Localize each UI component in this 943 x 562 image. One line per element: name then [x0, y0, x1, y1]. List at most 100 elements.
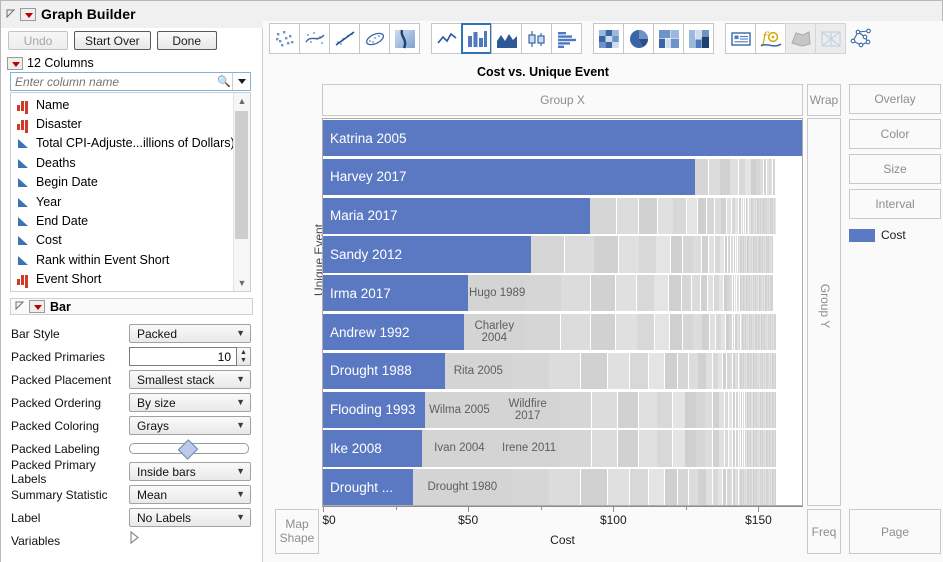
line-of-fit-icon[interactable] [329, 23, 360, 54]
mosaic-icon[interactable] [683, 23, 714, 54]
column-list-item[interactable]: Disaster [11, 114, 233, 133]
packed-remainder-strip[interactable] [561, 430, 776, 466]
column-list-item[interactable]: Total CPI-Adjuste...illions of Dollars) [11, 134, 233, 153]
contour-icon[interactable] [389, 23, 420, 54]
property-slider[interactable] [129, 439, 251, 458]
columns-red-triangle-icon[interactable] [7, 57, 23, 70]
packed-bar-row[interactable]: Irma 2017Hugo 1989 [323, 274, 802, 313]
scrollbar-thumb[interactable] [235, 111, 248, 239]
formula-icon[interactable]: f [755, 23, 786, 54]
column-list-item[interactable]: Rank within Event Short [11, 250, 233, 269]
packed-bar-row[interactable]: Flooding 1993Wilma 2005Wildfire 2017 [323, 391, 802, 430]
wrap-dropzone[interactable]: Wrap [807, 84, 841, 116]
search-dropdown-button[interactable] [232, 73, 250, 90]
column-list-item[interactable]: Year [11, 192, 233, 211]
smoother-icon[interactable] [299, 23, 330, 54]
packed-remainder-strip[interactable] [525, 314, 776, 350]
page-dropzone[interactable]: Page [849, 509, 941, 554]
secondary-bar[interactable]: Hugo 1989 [468, 275, 526, 311]
property-combobox[interactable]: Packed▼ [129, 324, 251, 343]
primary-bar[interactable]: Flooding 1993 [323, 392, 425, 428]
packed-bar-row[interactable]: Harvey 2017 [323, 158, 802, 197]
scroll-down-arrow-icon[interactable]: ▼ [234, 275, 250, 291]
column-list-item[interactable]: End Date [11, 211, 233, 230]
primary-bar[interactable]: Irma 2017 [323, 275, 468, 311]
bar-panel-header[interactable]: Bar [10, 298, 253, 315]
primary-bar[interactable]: Drought 1988 [323, 353, 445, 389]
points-icon[interactable] [269, 23, 300, 54]
packed-bar-row[interactable]: Drought ...Drought 1980 [323, 468, 802, 506]
packed-remainder-strip[interactable] [531, 236, 773, 272]
packed-remainder-strip[interactable] [526, 275, 773, 311]
packed-remainder-strip[interactable] [512, 469, 776, 505]
group-y-dropzone[interactable]: Group Y [807, 118, 841, 506]
primary-bar[interactable]: Sandy 2012 [323, 236, 531, 272]
packed-remainder-strip[interactable] [512, 353, 776, 389]
primary-bar[interactable]: Harvey 2017 [323, 159, 695, 195]
heatmap-icon[interactable] [593, 23, 624, 54]
column-list-item[interactable]: Event Short [11, 270, 233, 289]
dropzone-size[interactable]: Size [849, 154, 941, 184]
column-list[interactable]: NameDisasterTotal CPI-Adjuste...illions … [10, 92, 251, 292]
packed-bar-row[interactable]: Katrina 2005 [323, 119, 802, 158]
property-combobox[interactable]: Grays▼ [129, 416, 251, 435]
primary-bar[interactable]: Katrina 2005 [323, 120, 802, 156]
secondary-bar[interactable]: Wilma 2005 [425, 392, 495, 428]
packed-bar-row[interactable]: Maria 2017 [323, 197, 802, 236]
primary-bar[interactable]: Maria 2017 [323, 198, 590, 234]
primary-bar[interactable]: Andrew 1992 [323, 314, 464, 350]
bar-panel-disclosure-icon[interactable] [15, 301, 24, 313]
spinner-up-icon[interactable]: ▲ [237, 348, 250, 357]
secondary-bar[interactable]: Ivan 2004 [422, 430, 497, 466]
secondary-bar[interactable]: Wildfire 2017 [494, 392, 561, 428]
column-list-item[interactable]: Deaths [11, 153, 233, 172]
secondary-bar[interactable]: Irene 2011 [497, 430, 561, 466]
packed-bar-row[interactable]: Sandy 2012 [323, 235, 802, 274]
packed-remainder-strip[interactable] [561, 392, 776, 428]
column-list-scrollbar[interactable]: ▲ ▼ [233, 93, 250, 291]
pie-icon[interactable] [623, 23, 654, 54]
expander-triangle-icon[interactable] [129, 531, 251, 544]
map-shapes-icon[interactable] [785, 23, 816, 54]
dropzone-interval[interactable]: Interval [849, 189, 941, 219]
secondary-bar[interactable]: Charley 2004 [464, 314, 525, 350]
spinner-down-icon[interactable]: ▼ [237, 357, 250, 366]
packed-bar-row[interactable]: Drought 1988Rita 2005 [323, 352, 802, 391]
column-list-item[interactable]: Name [11, 95, 233, 114]
histogram-icon[interactable] [551, 23, 582, 54]
line-icon[interactable] [431, 23, 462, 54]
column-list-item[interactable]: Begin Date [11, 173, 233, 192]
packed-remainder-strip[interactable] [695, 159, 776, 195]
done-button[interactable]: Done [157, 31, 217, 50]
mesh-icon[interactable] [815, 23, 846, 54]
packed-bar-row[interactable]: Ike 2008Ivan 2004Irene 2011 [323, 429, 802, 468]
dropzone-overlay[interactable]: Overlay [849, 84, 941, 114]
red-triangle-menu-icon[interactable] [20, 8, 36, 21]
treemap-icon[interactable] [653, 23, 684, 54]
freq-dropzone[interactable]: Freq [807, 509, 841, 554]
undo-button[interactable]: Undo [8, 31, 68, 50]
property-combobox[interactable]: Inside bars▼ [129, 462, 251, 481]
secondary-bar[interactable]: Rita 2005 [445, 353, 512, 389]
area-icon[interactable] [491, 23, 522, 54]
property-combobox[interactable]: Smallest stack▼ [129, 370, 251, 389]
parallel-plot-icon[interactable] [845, 23, 876, 54]
bar-red-triangle-icon[interactable] [29, 300, 45, 313]
disclosure-triangle-icon[interactable] [6, 9, 16, 19]
dropzone-color[interactable]: Color [849, 119, 941, 149]
ellipse-icon[interactable] [359, 23, 390, 54]
spinner-buttons[interactable]: ▲▼ [237, 347, 251, 366]
secondary-bar[interactable]: Drought 1980 [413, 469, 512, 505]
scroll-up-arrow-icon[interactable]: ▲ [234, 93, 250, 109]
start-over-button[interactable]: Start Over [74, 31, 151, 50]
property-combobox[interactable]: No Labels▼ [129, 508, 251, 527]
caption-box-icon[interactable] [725, 23, 756, 54]
group-x-dropzone[interactable]: Group X [322, 84, 803, 116]
bar-icon[interactable] [461, 23, 492, 54]
property-spinner[interactable]: 10▲▼ [129, 347, 251, 366]
box-plot-icon[interactable] [521, 23, 552, 54]
search-input[interactable] [11, 73, 216, 90]
packed-bar-row[interactable]: Andrew 1992Charley 2004 [323, 313, 802, 352]
primary-bar[interactable]: Drought ... [323, 469, 413, 505]
property-value[interactable]: 10 [129, 347, 237, 366]
